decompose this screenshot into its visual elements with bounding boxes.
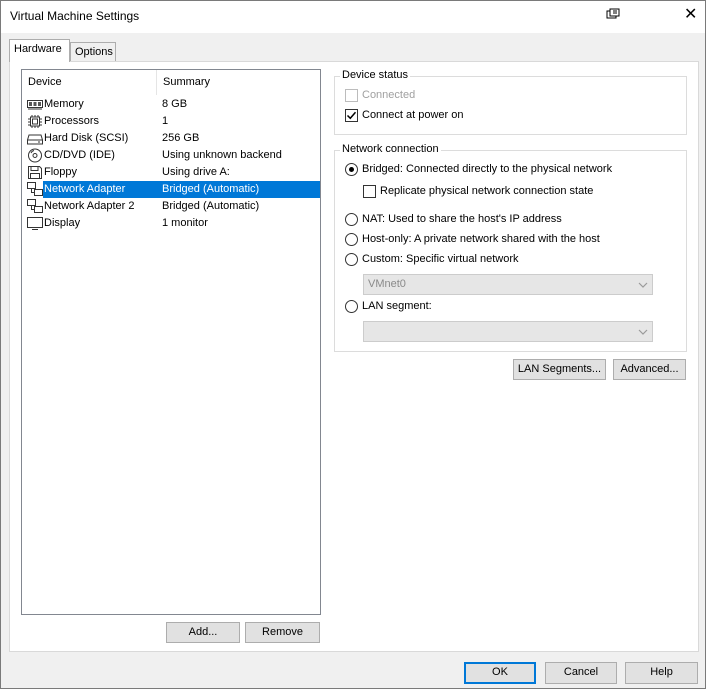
- host-only-radio[interactable]: [345, 233, 358, 246]
- device-row-display[interactable]: Display 1 monitor: [26, 215, 320, 232]
- lan-segment-label: LAN segment:: [362, 300, 432, 312]
- device-row-floppy[interactable]: Floppy Using drive A:: [26, 164, 320, 181]
- cancel-button[interactable]: Cancel: [545, 662, 617, 684]
- connected-label: Connected: [362, 89, 416, 101]
- chevron-down-icon: [638, 329, 648, 335]
- device-summary: 1: [162, 115, 169, 127]
- device-status-title: Device status: [340, 69, 411, 81]
- remove-button[interactable]: Remove: [245, 622, 320, 643]
- restore-icon: [606, 8, 620, 19]
- custom-network-value: VMnet0: [368, 278, 406, 290]
- device-name: Memory: [44, 98, 84, 110]
- custom-label: Custom: Specific virtual network: [362, 253, 519, 265]
- replicate-state-checkbox[interactable]: [363, 185, 376, 198]
- custom-network-dropdown[interactable]: VMnet0: [363, 274, 653, 295]
- device-row-cd-dvd[interactable]: CD/DVD (IDE) Using unknown backend: [26, 147, 320, 164]
- device-summary: Using unknown backend: [162, 149, 282, 161]
- cd-dvd-icon: [28, 148, 42, 163]
- replicate-state-label: Replicate physical network connection st…: [380, 185, 594, 197]
- lan-segment-radio[interactable]: [345, 300, 358, 313]
- device-row-network-adapter-2[interactable]: Network Adapter 2 Bridged (Automatic): [26, 198, 320, 215]
- add-button[interactable]: Add...: [166, 622, 240, 643]
- floppy-icon: [28, 166, 42, 179]
- close-button[interactable]: ✕: [673, 1, 705, 31]
- column-header-summary[interactable]: Summary: [157, 70, 320, 95]
- device-name: CD/DVD (IDE): [44, 149, 115, 161]
- chevron-down-icon: [638, 282, 648, 288]
- device-summary: Bridged (Automatic): [162, 200, 260, 212]
- connected-checkbox[interactable]: [345, 89, 358, 102]
- network-connection-title: Network connection: [340, 143, 441, 155]
- advanced-button[interactable]: Advanced...: [613, 359, 686, 380]
- nat-radio[interactable]: [345, 213, 358, 226]
- connect-at-power-on-label: Connect at power on: [362, 109, 464, 121]
- device-list[interactable]: Device Summary Memory 8 GB Processors 1: [21, 69, 321, 615]
- device-name: Network Adapter: [44, 183, 126, 195]
- ok-button[interactable]: OK: [464, 662, 536, 684]
- custom-radio[interactable]: [345, 253, 358, 266]
- tab-options[interactable]: Options: [70, 42, 116, 62]
- device-name: Floppy: [44, 166, 78, 178]
- device-row-memory[interactable]: Memory 8 GB: [26, 96, 320, 113]
- radio-dot: [349, 167, 354, 172]
- processor-icon: [28, 115, 42, 128]
- nat-label: NAT: Used to share the host's IP address: [362, 213, 562, 225]
- device-name: Display: [44, 217, 81, 229]
- device-summary: 256 GB: [162, 132, 200, 144]
- checkmark-icon: [346, 111, 357, 120]
- device-name: Processors: [44, 115, 100, 127]
- lan-segment-dropdown[interactable]: [363, 321, 653, 342]
- device-row-network-adapter[interactable]: Network Adapter Bridged (Automatic): [26, 181, 320, 198]
- connect-at-power-on-checkbox[interactable]: [345, 109, 358, 122]
- window-title: Virtual Machine Settings: [10, 9, 140, 23]
- device-summary: 8 GB: [162, 98, 188, 110]
- device-name: Network Adapter 2: [44, 200, 135, 212]
- device-row-processors[interactable]: Processors 1: [26, 113, 320, 130]
- help-button[interactable]: Help: [625, 662, 698, 684]
- lan-segments-button[interactable]: LAN Segments...: [513, 359, 606, 380]
- title-bar: Virtual Machine Settings ✕: [1, 1, 705, 33]
- device-summary: Bridged (Automatic): [162, 183, 260, 195]
- column-header-device[interactable]: Device: [22, 70, 157, 95]
- network-adapter-icon: [27, 199, 43, 213]
- device-summary: 1 monitor: [162, 217, 208, 229]
- network-adapter-icon: [27, 182, 43, 196]
- close-icon: ✕: [684, 6, 698, 23]
- vm-settings-window: Virtual Machine Settings ✕ Hardware Opti…: [0, 0, 706, 689]
- tab-hardware[interactable]: Hardware: [9, 39, 70, 62]
- restore-button[interactable]: [599, 1, 629, 31]
- bridged-label: Bridged: Connected directly to the physi…: [362, 163, 613, 175]
- device-row-hard-disk[interactable]: Hard Disk (SCSI) 256 GB: [26, 130, 320, 147]
- host-only-label: Host-only: A private network shared with…: [362, 233, 600, 245]
- display-icon: [27, 217, 43, 230]
- bridged-radio[interactable]: [345, 163, 358, 176]
- hard-disk-icon: [27, 134, 43, 145]
- device-summary: Using drive A:: [162, 166, 230, 178]
- device-name: Hard Disk (SCSI): [44, 132, 129, 144]
- device-status-group: [334, 76, 687, 135]
- memory-icon: [27, 100, 43, 110]
